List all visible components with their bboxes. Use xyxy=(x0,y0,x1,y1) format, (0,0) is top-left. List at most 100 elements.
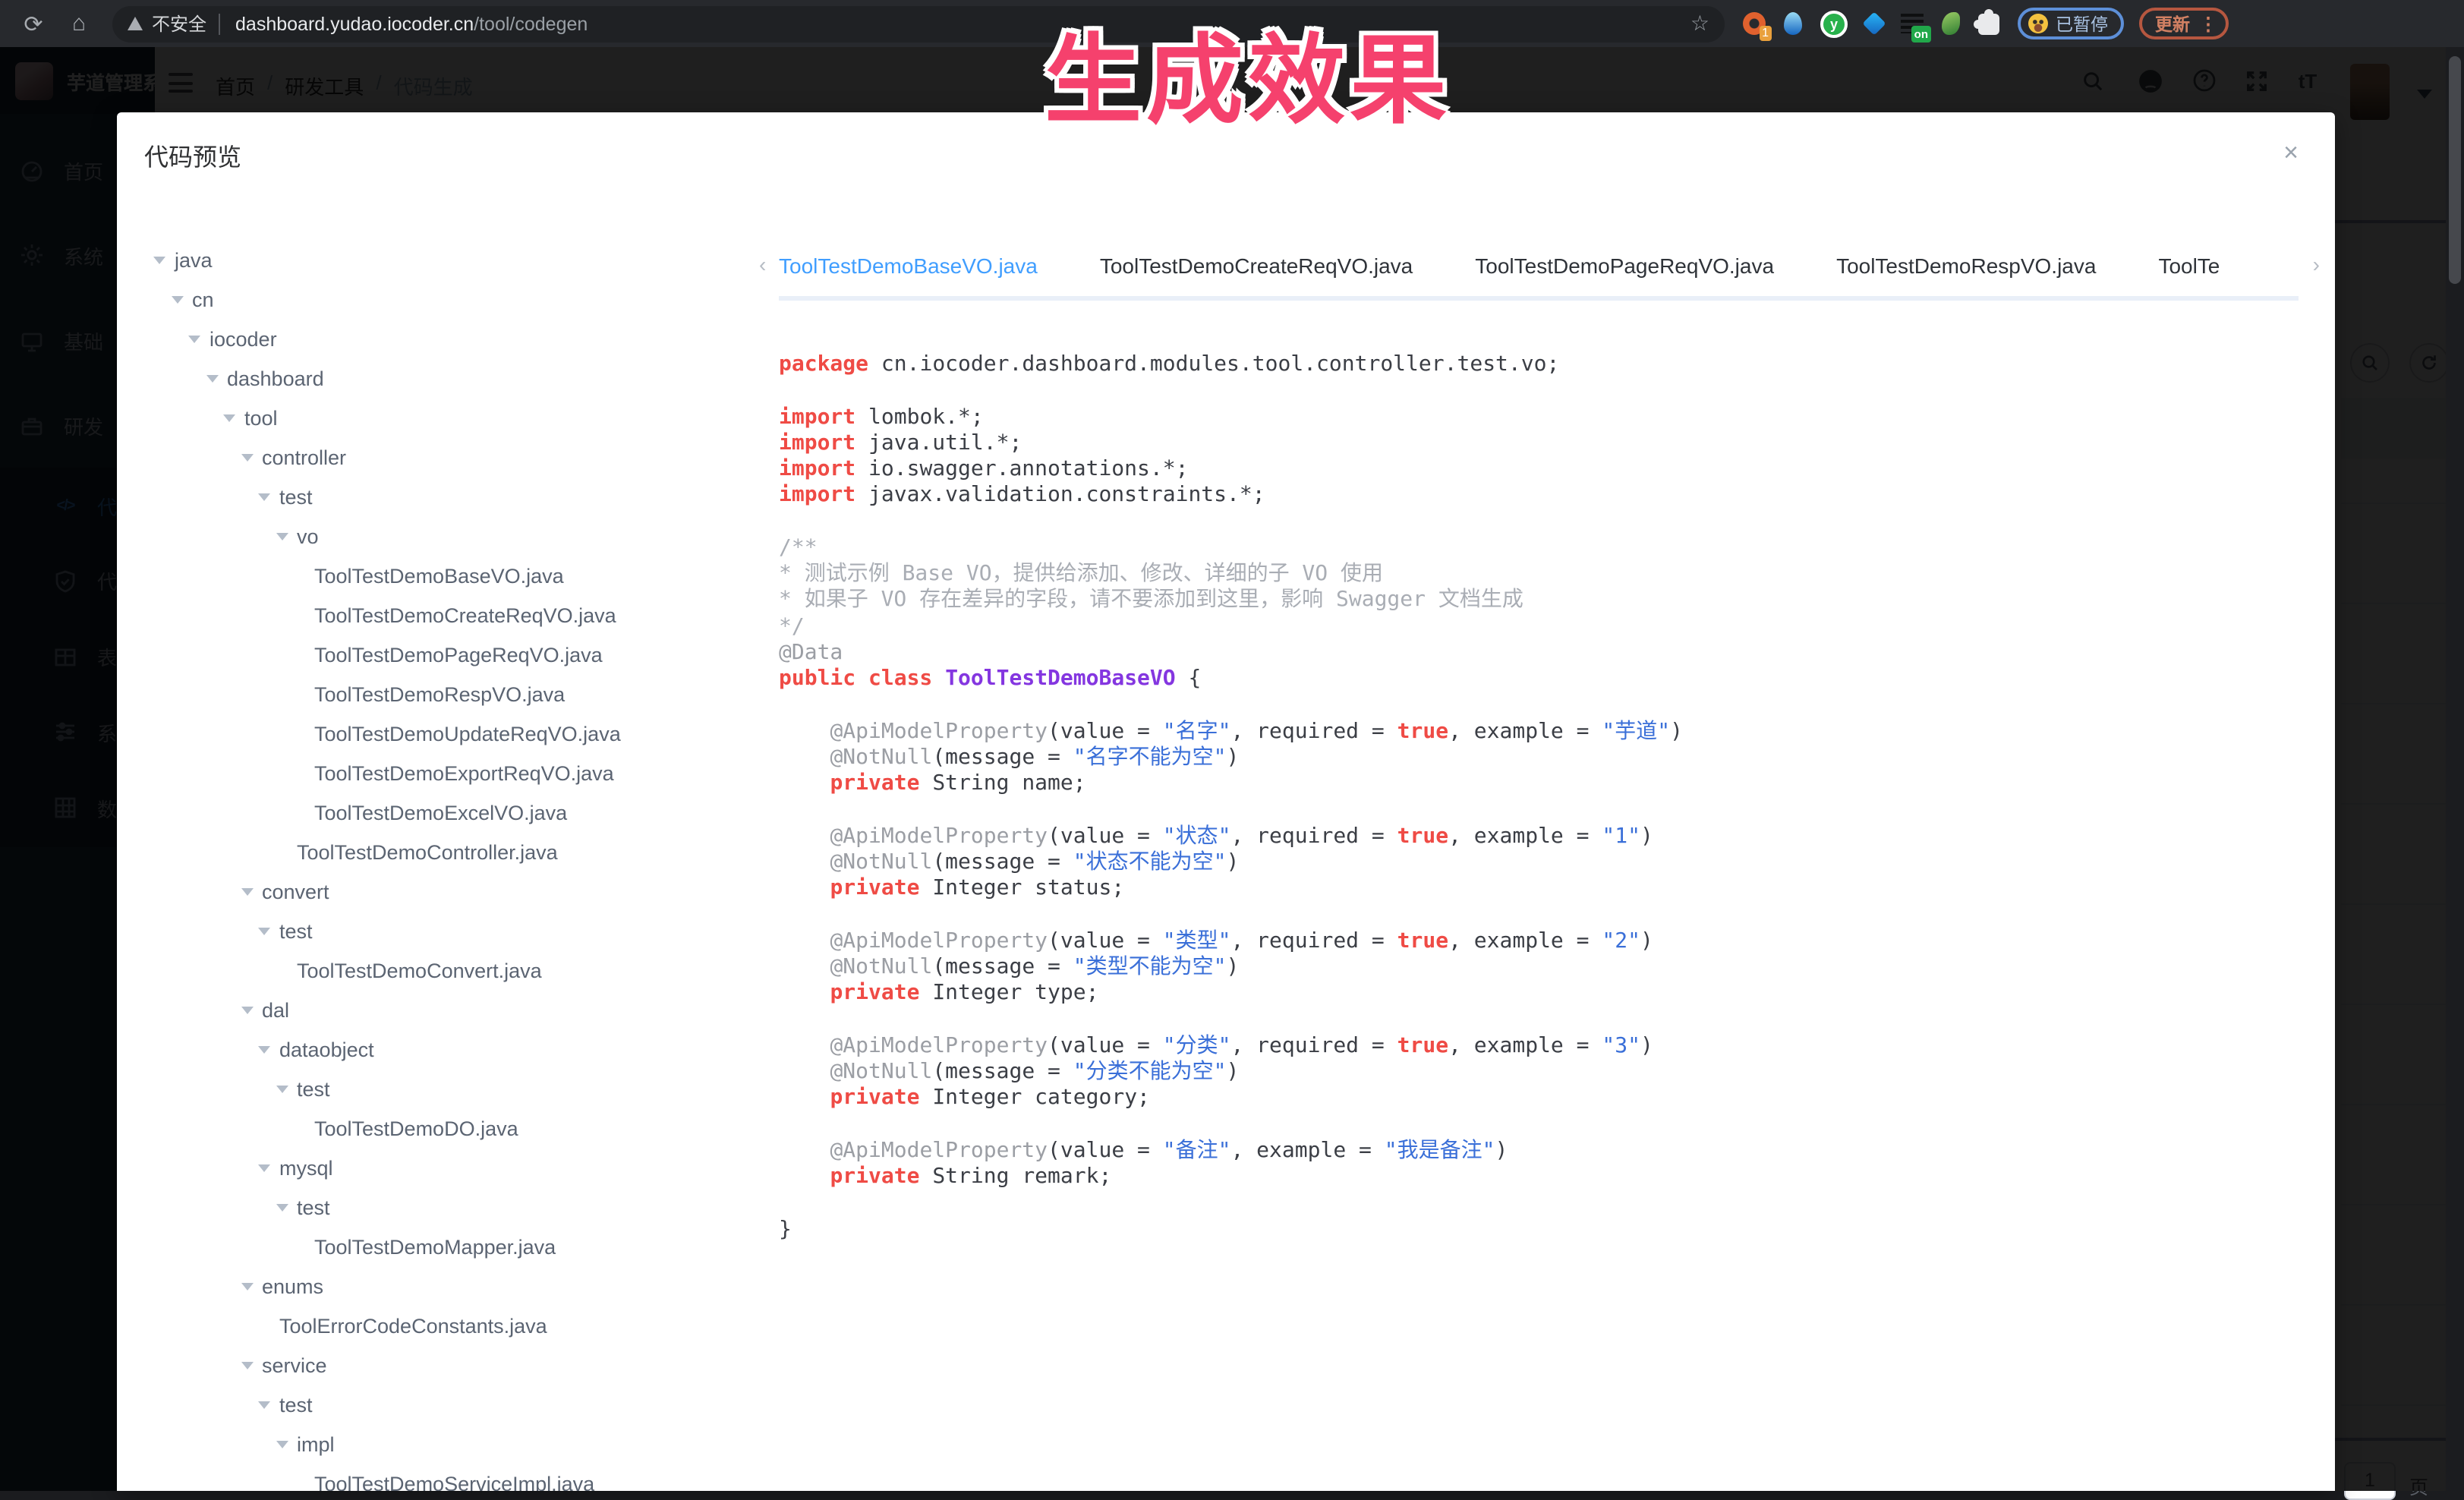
tree-node-label: ToolTestDemoDO.java xyxy=(314,1117,518,1139)
code-line xyxy=(779,1191,2315,1218)
tree-expand-icon[interactable] xyxy=(258,493,270,500)
tree-node-file[interactable]: ToolTestDemoDO.java xyxy=(144,1108,759,1148)
tree-node-label: dal xyxy=(262,998,289,1021)
tab-ToolTestDemoRespVO.java[interactable]: ToolTestDemoRespVO.java xyxy=(1836,240,2096,296)
tree-node-file[interactable]: ToolTestDemoMapper.java xyxy=(144,1227,759,1266)
tree-node-label: cn xyxy=(192,288,214,310)
extension-green-y-icon[interactable]: y xyxy=(1820,10,1848,37)
tree-expand-icon[interactable] xyxy=(241,887,253,895)
tree-expand-icon[interactable] xyxy=(241,1361,253,1369)
code-line: import io.swagger.annotations.*; xyxy=(779,457,2315,484)
tab-ToolTestDemoPageReqVO.java[interactable]: ToolTestDemoPageReqVO.java xyxy=(1475,240,1774,296)
tree-node-label: dashboard xyxy=(227,367,324,389)
tree-node-folder[interactable]: java xyxy=(144,240,759,279)
tree-node-label: iocoder xyxy=(210,327,277,350)
browser-scrollbar[interactable] xyxy=(2446,47,2464,1491)
chrome-update-button[interactable]: 更新 ⋮ xyxy=(2138,8,2228,39)
extension-leaf-icon[interactable] xyxy=(1942,12,1960,35)
tree-expand-icon[interactable] xyxy=(276,1085,288,1092)
tree-node-folder[interactable]: test xyxy=(144,1385,759,1424)
tree-node-folder[interactable]: convert xyxy=(144,871,759,911)
tree-node-folder[interactable]: enums xyxy=(144,1266,759,1306)
tree-node-folder[interactable]: service xyxy=(144,1345,759,1385)
code-line: private String remark; xyxy=(779,1164,2315,1191)
address-bar[interactable]: 不安全 dashboard.yudao.iocoder.cn /tool/cod… xyxy=(112,5,1725,42)
tree-expand-icon[interactable] xyxy=(153,256,165,263)
tree-expand-icon[interactable] xyxy=(258,1045,270,1053)
tree-expand-icon[interactable] xyxy=(241,1282,253,1290)
tree-node-folder[interactable]: cn xyxy=(144,279,759,319)
tree-node-folder[interactable]: dataobject xyxy=(144,1029,759,1069)
code-line: @ApiModelProperty(value = "备注", example … xyxy=(779,1139,2315,1165)
tree-expand-icon[interactable] xyxy=(276,1440,288,1448)
tree-node-file[interactable]: ToolErrorCodeConstants.java xyxy=(144,1306,759,1345)
tree-node-file[interactable]: ToolTestDemoPageReqVO.java xyxy=(144,635,759,674)
tree-node-file[interactable]: ToolTestDemoBaseVO.java xyxy=(144,556,759,595)
tree-expand-icon[interactable] xyxy=(171,295,183,303)
tab-ToolTestDemoBaseVO.java[interactable]: ToolTestDemoBaseVO.java xyxy=(779,240,1038,296)
tab-ToolTestDemoCreateReqVO.java[interactable]: ToolTestDemoCreateReqVO.java xyxy=(1100,240,1413,296)
tree-node-folder[interactable]: controller xyxy=(144,437,759,477)
debugger-paused-chip[interactable]: 已暂停 xyxy=(2018,8,2123,39)
tree-node-file[interactable]: ToolTestDemoController.java xyxy=(144,832,759,871)
tree-node-folder[interactable]: test xyxy=(144,477,759,516)
tree-node-file[interactable]: ToolTestDemoCreateReqVO.java xyxy=(144,595,759,635)
code-line: } xyxy=(779,1218,2315,1244)
tab-scroll-left-icon[interactable]: ‹ xyxy=(759,252,766,276)
dialog-title: 代码预览 xyxy=(144,137,241,173)
tree-node-file[interactable]: ToolTestDemoServiceImpl.java xyxy=(144,1464,759,1491)
tree-node-file[interactable]: ToolTestDemoUpdateReqVO.java xyxy=(144,714,759,753)
code-line: private String name; xyxy=(779,772,2315,799)
tree-node-folder[interactable]: iocoder xyxy=(144,319,759,358)
browser-menu-icon[interactable]: ⋮ xyxy=(2199,13,2217,34)
tree-node-file[interactable]: ToolTestDemoExcelVO.java xyxy=(144,793,759,832)
extension-list-icon[interactable]: on xyxy=(1901,14,1924,33)
reload-icon[interactable]: ⟳ xyxy=(15,5,52,42)
tab-ToolTe[interactable]: ToolTe xyxy=(2158,240,2220,296)
tree-node-label: java xyxy=(175,248,213,271)
tree-node-file[interactable]: ToolTestDemoExportReqVO.java xyxy=(144,753,759,793)
close-icon[interactable]: × xyxy=(2283,140,2299,165)
tree-node-label: ToolErrorCodeConstants.java xyxy=(279,1314,547,1337)
tree-expand-icon[interactable] xyxy=(258,1164,270,1171)
code-line: /** xyxy=(779,536,2315,562)
bookmark-star-icon[interactable]: ☆ xyxy=(1690,11,1709,36)
code-line: import lombok.*; xyxy=(779,405,2315,431)
tree-node-folder[interactable]: test xyxy=(144,1069,759,1108)
scrollbar-thumb[interactable] xyxy=(2449,56,2461,284)
tree-expand-icon[interactable] xyxy=(241,453,253,461)
tree-node-folder[interactable]: test xyxy=(144,911,759,950)
tree-expand-icon[interactable] xyxy=(276,532,288,540)
tree-node-folder[interactable]: impl xyxy=(144,1424,759,1464)
tree-expand-icon[interactable] xyxy=(241,1006,253,1013)
tree-expand-icon[interactable] xyxy=(258,927,270,934)
tree-node-folder[interactable]: dal xyxy=(144,990,759,1029)
tree-node-folder[interactable]: mysql xyxy=(144,1148,759,1187)
tree-expand-icon[interactable] xyxy=(276,1203,288,1211)
code-line: * 如果子 VO 存在差异的字段，请不要添加到这里，影响 Swagger 文档生… xyxy=(779,588,2315,615)
tree-node-label: enums xyxy=(262,1275,323,1297)
code-line: */ xyxy=(779,614,2315,641)
code-line: @ApiModelProperty(value = "分类", required… xyxy=(779,1034,2315,1060)
tree-node-file[interactable]: ToolTestDemoRespVO.java xyxy=(144,674,759,714)
tab-scroll-right-icon[interactable]: › xyxy=(2313,252,2320,276)
tree-node-folder[interactable]: tool xyxy=(144,398,759,437)
home-icon[interactable]: ⌂ xyxy=(61,5,97,42)
extensions-puzzle-icon[interactable] xyxy=(1978,13,1999,34)
tree-node-folder[interactable]: test xyxy=(144,1187,759,1227)
extension-orange-icon[interactable]: 1 xyxy=(1743,12,1766,35)
tree-node-file[interactable]: ToolTestDemoConvert.java xyxy=(144,950,759,990)
tree-expand-icon[interactable] xyxy=(206,374,218,382)
extension-diamond-icon[interactable] xyxy=(1866,15,1883,32)
security-label[interactable]: 不安全 xyxy=(152,11,206,36)
tree-node-folder[interactable]: vo xyxy=(144,516,759,556)
code-line: private Integer category; xyxy=(779,1086,2315,1113)
tree-expand-icon[interactable] xyxy=(258,1401,270,1408)
tree-node-label: service xyxy=(262,1353,327,1376)
tree-expand-icon[interactable] xyxy=(188,335,200,342)
profile-emoji-icon xyxy=(2028,14,2048,33)
tree-node-folder[interactable]: dashboard xyxy=(144,358,759,398)
tree-expand-icon[interactable] xyxy=(223,414,235,421)
code-line: @NotNull(message = "状态不能为空") xyxy=(779,850,2315,877)
extension-gem-icon[interactable] xyxy=(1784,12,1802,35)
